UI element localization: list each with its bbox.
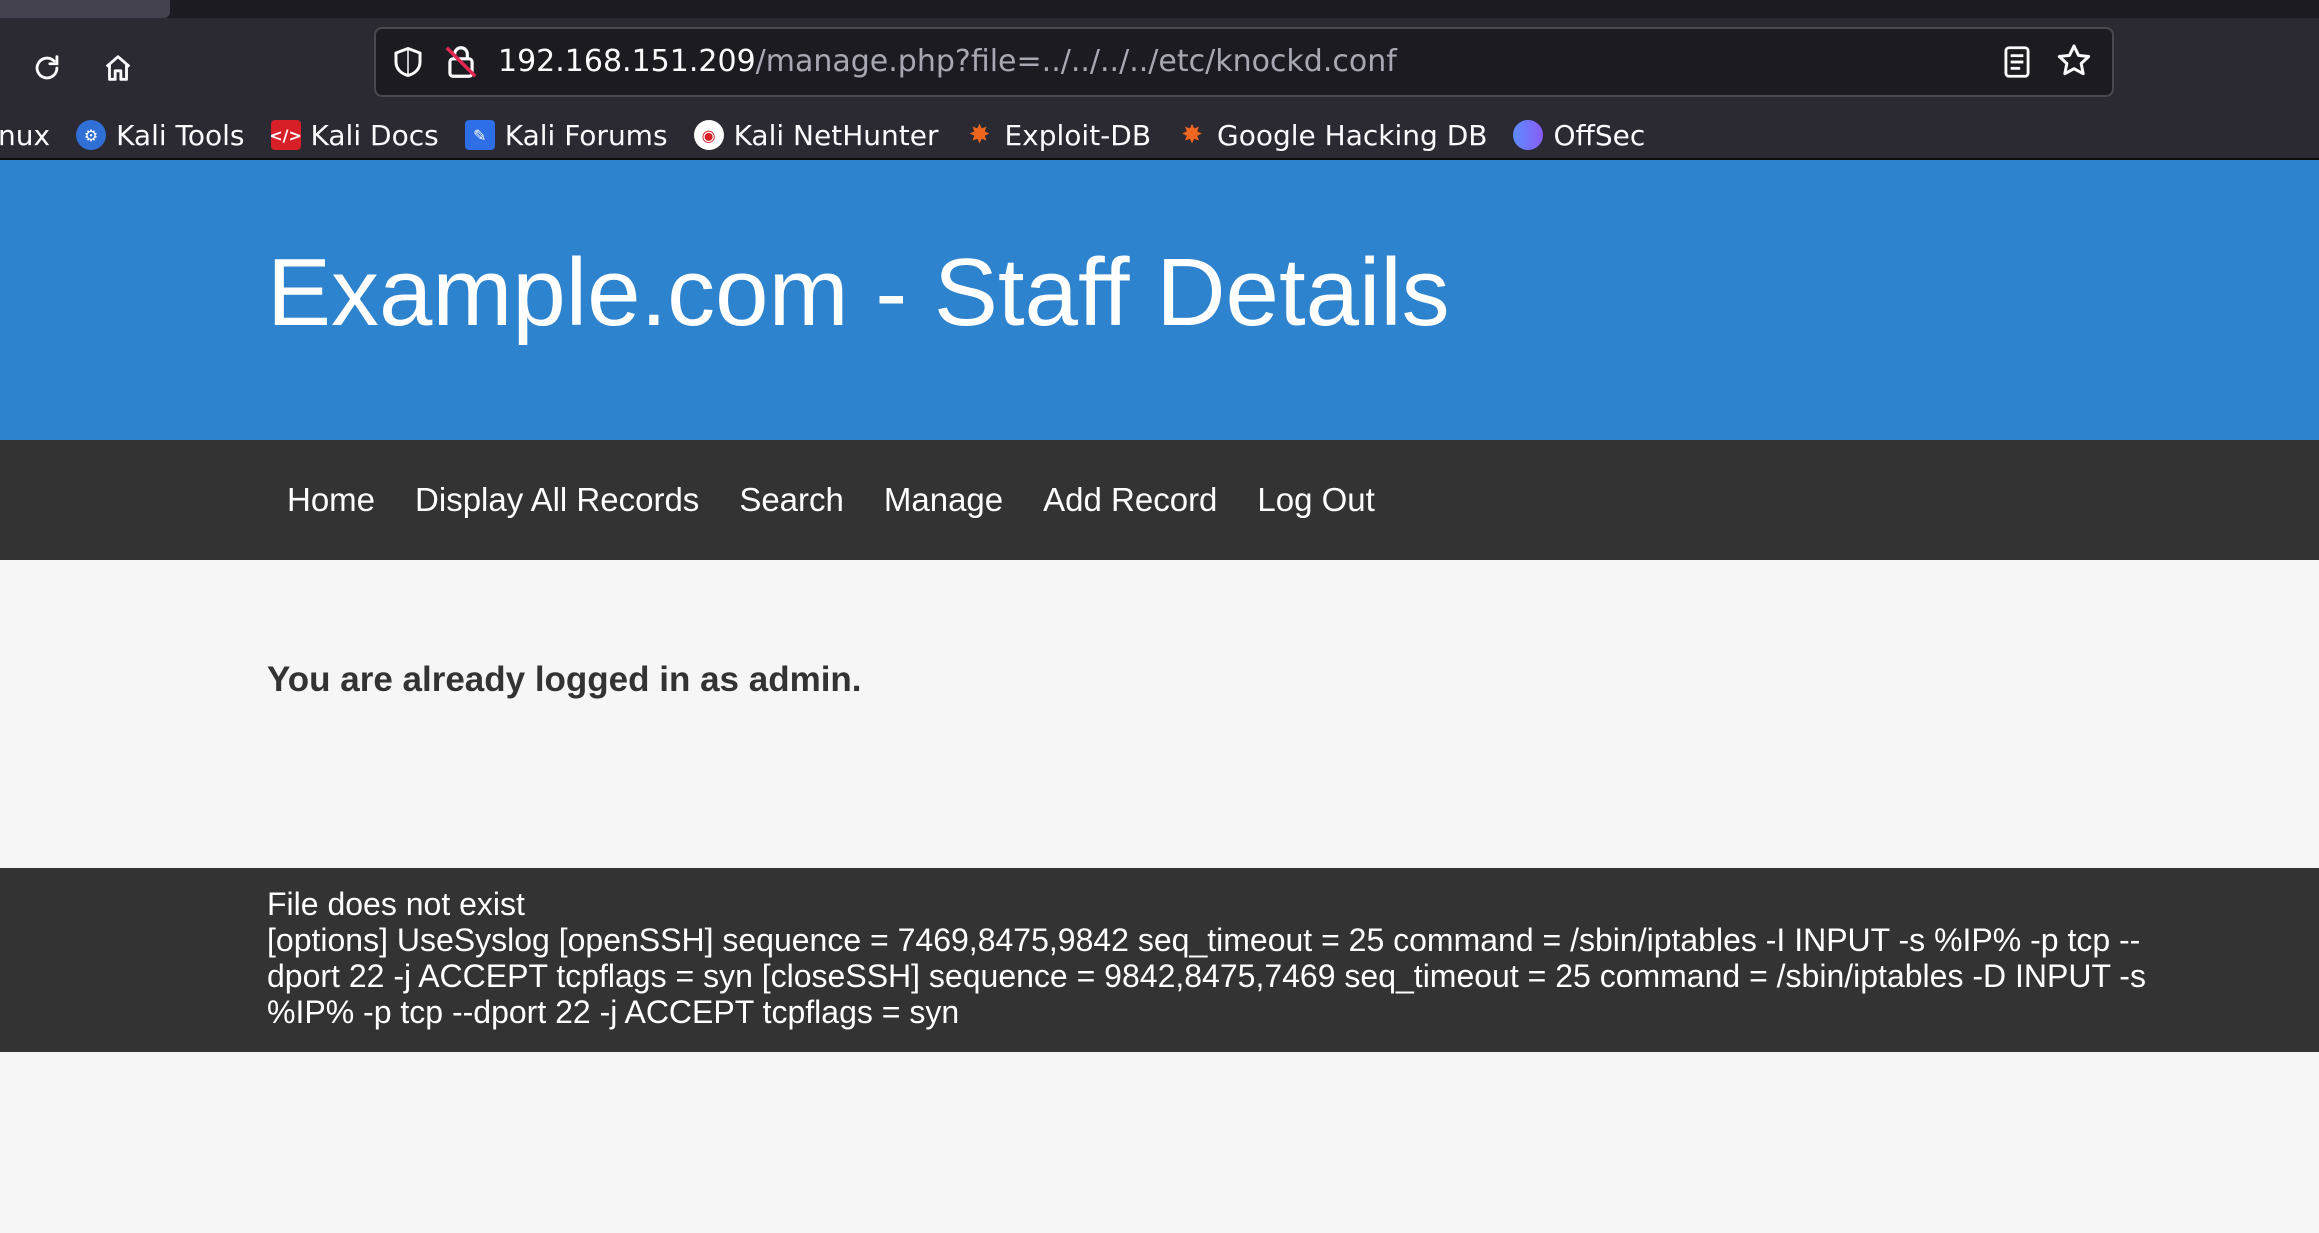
- bookmark-label: Kali Tools: [116, 118, 245, 152]
- kali-tools-icon: ⚙: [76, 120, 107, 150]
- nav-search[interactable]: Search: [719, 481, 864, 519]
- file-status-line: File does not exist: [267, 886, 525, 922]
- url-host: 192.168.151.209: [498, 44, 756, 79]
- footer-text: File does not exist [options] UseSyslog …: [267, 886, 2147, 1030]
- main-nav: Home Display All Records Search Manage A…: [0, 440, 2319, 560]
- nav-manage[interactable]: Manage: [864, 481, 1023, 519]
- tab-strip: [0, 0, 2319, 18]
- page-bottom: [0, 1052, 2319, 1233]
- bookmark-offsec[interactable]: OffSec: [1513, 119, 1645, 152]
- file-contents: [options] UseSyslog [openSSH] sequence =…: [267, 922, 2146, 1030]
- browser-toolbar: 192.168.151.209/manage.php?file=../../..…: [0, 18, 2319, 160]
- nav-list: Home Display All Records Search Manage A…: [267, 440, 1395, 560]
- bookmark-exploit-db[interactable]: ✸ Exploit-DB: [964, 119, 1151, 152]
- nav-add-record[interactable]: Add Record: [1023, 481, 1237, 519]
- bookmark-star-icon[interactable]: [2054, 41, 2094, 81]
- kali-docs-icon: </>: [269, 120, 302, 150]
- bookmark-label: Exploit-DB: [1004, 118, 1152, 152]
- url-path: /manage.php?file=../../../../etc/knockd.…: [755, 44, 1397, 79]
- login-status-message: You are already logged in as admin.: [267, 660, 862, 699]
- reload-button[interactable]: [19, 40, 75, 96]
- bookmark-label: Kali Forums: [504, 118, 668, 152]
- bookmark-google-hacking-db[interactable]: ✸ Google Hacking DB: [1177, 119, 1487, 152]
- reload-icon: [35, 55, 59, 80]
- main-content: You are already logged in as admin.: [0, 560, 2319, 868]
- tracking-protection-shield-icon[interactable]: [390, 44, 426, 80]
- nav-home[interactable]: Home: [267, 481, 395, 519]
- insecure-lock-icon[interactable]: [442, 42, 480, 82]
- site-header: Example.com - Staff Details: [0, 160, 2319, 440]
- page-title: Example.com - Staff Details: [267, 239, 1450, 346]
- reader-view-icon[interactable]: [1998, 43, 2036, 81]
- bookmark-kali-docs[interactable]: </> Kali Docs: [269, 118, 439, 152]
- url-text[interactable]: 192.168.151.209/manage.php?file=../../..…: [498, 29, 1397, 95]
- offsec-icon: [1513, 120, 1544, 150]
- bookmark-label: Kali NetHunter: [733, 118, 939, 152]
- bookmark-label: OffSec: [1553, 118, 1646, 152]
- url-bar[interactable]: 192.168.151.209/manage.php?file=../../..…: [374, 27, 2114, 97]
- active-tab[interactable]: [0, 0, 170, 18]
- bookmark-label: nux: [0, 118, 51, 152]
- bookmark-kali-forums[interactable]: ✎ Kali Forums: [464, 118, 668, 152]
- home-icon: [105, 55, 131, 81]
- bookmark-kali-linux[interactable]: nux: [0, 119, 50, 152]
- bookmark-kali-nethunter[interactable]: ◉ Kali NetHunter: [693, 118, 939, 152]
- bookmarks-toolbar: nux ⚙ Kali Tools </> Kali Docs ✎ Kali Fo…: [0, 110, 2319, 160]
- bookmark-label: Kali Docs: [310, 118, 439, 152]
- nav-log-out[interactable]: Log Out: [1237, 481, 1394, 519]
- kali-forums-icon: ✎: [464, 120, 495, 150]
- bookmark-kali-tools[interactable]: ⚙ Kali Tools: [76, 118, 245, 152]
- kali-nethunter-icon: ◉: [693, 120, 724, 150]
- footer: File does not exist [options] UseSyslog …: [0, 868, 2319, 1052]
- home-button[interactable]: [90, 40, 146, 96]
- google-hacking-db-icon: ✸: [1181, 120, 1203, 150]
- exploit-db-icon: ✸: [968, 120, 991, 150]
- bookmark-label: Google Hacking DB: [1217, 118, 1488, 152]
- nav-display-all-records[interactable]: Display All Records: [395, 481, 719, 519]
